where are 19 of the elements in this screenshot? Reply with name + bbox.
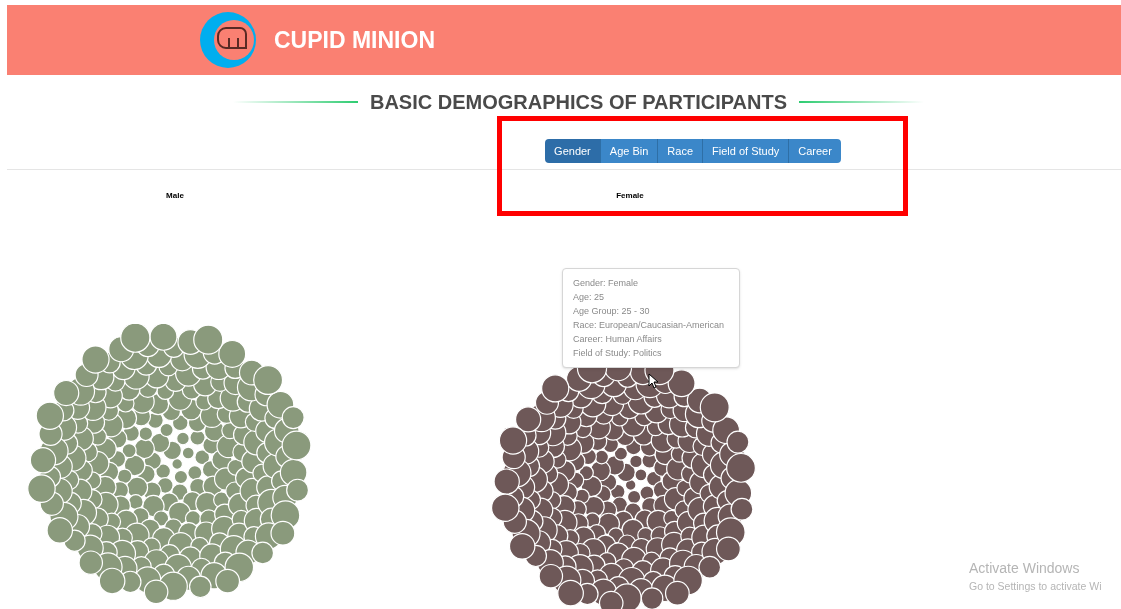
filter-tab[interactable]: Age Bin <box>600 139 659 163</box>
section-title: BASIC DEMOGRAPHICS OF PARTICIPANTS <box>369 91 788 113</box>
tooltip-line: Field of Study: Politics <box>573 347 663 360</box>
os-notice-text: Go to Settings to activate Wi <box>969 579 1102 594</box>
filter-tab[interactable]: Field of Study <box>703 139 790 163</box>
tooltip-line: Career: Human Affairs <box>573 333 663 346</box>
group-label: Male <box>166 190 184 202</box>
filter-tab[interactable]: Career <box>789 139 841 163</box>
tooltip-line: Age: 25 <box>573 291 606 304</box>
tooltip-line: Age Group: 25 - 30 <box>573 305 651 318</box>
tooltip-line: Gender: Female <box>573 277 640 290</box>
brand-name: CUPID MINION <box>274 25 435 55</box>
os-notice-title: Activate Windows <box>969 559 1081 578</box>
logo-icon <box>200 12 256 68</box>
group-label: Female <box>616 190 644 202</box>
filter-tab[interactable]: Race <box>658 139 703 163</box>
cursor-icon <box>648 373 659 389</box>
filter-tab[interactable]: Gender <box>545 139 601 163</box>
tooltip-line: Race: European/Caucasian-American <box>573 319 726 332</box>
